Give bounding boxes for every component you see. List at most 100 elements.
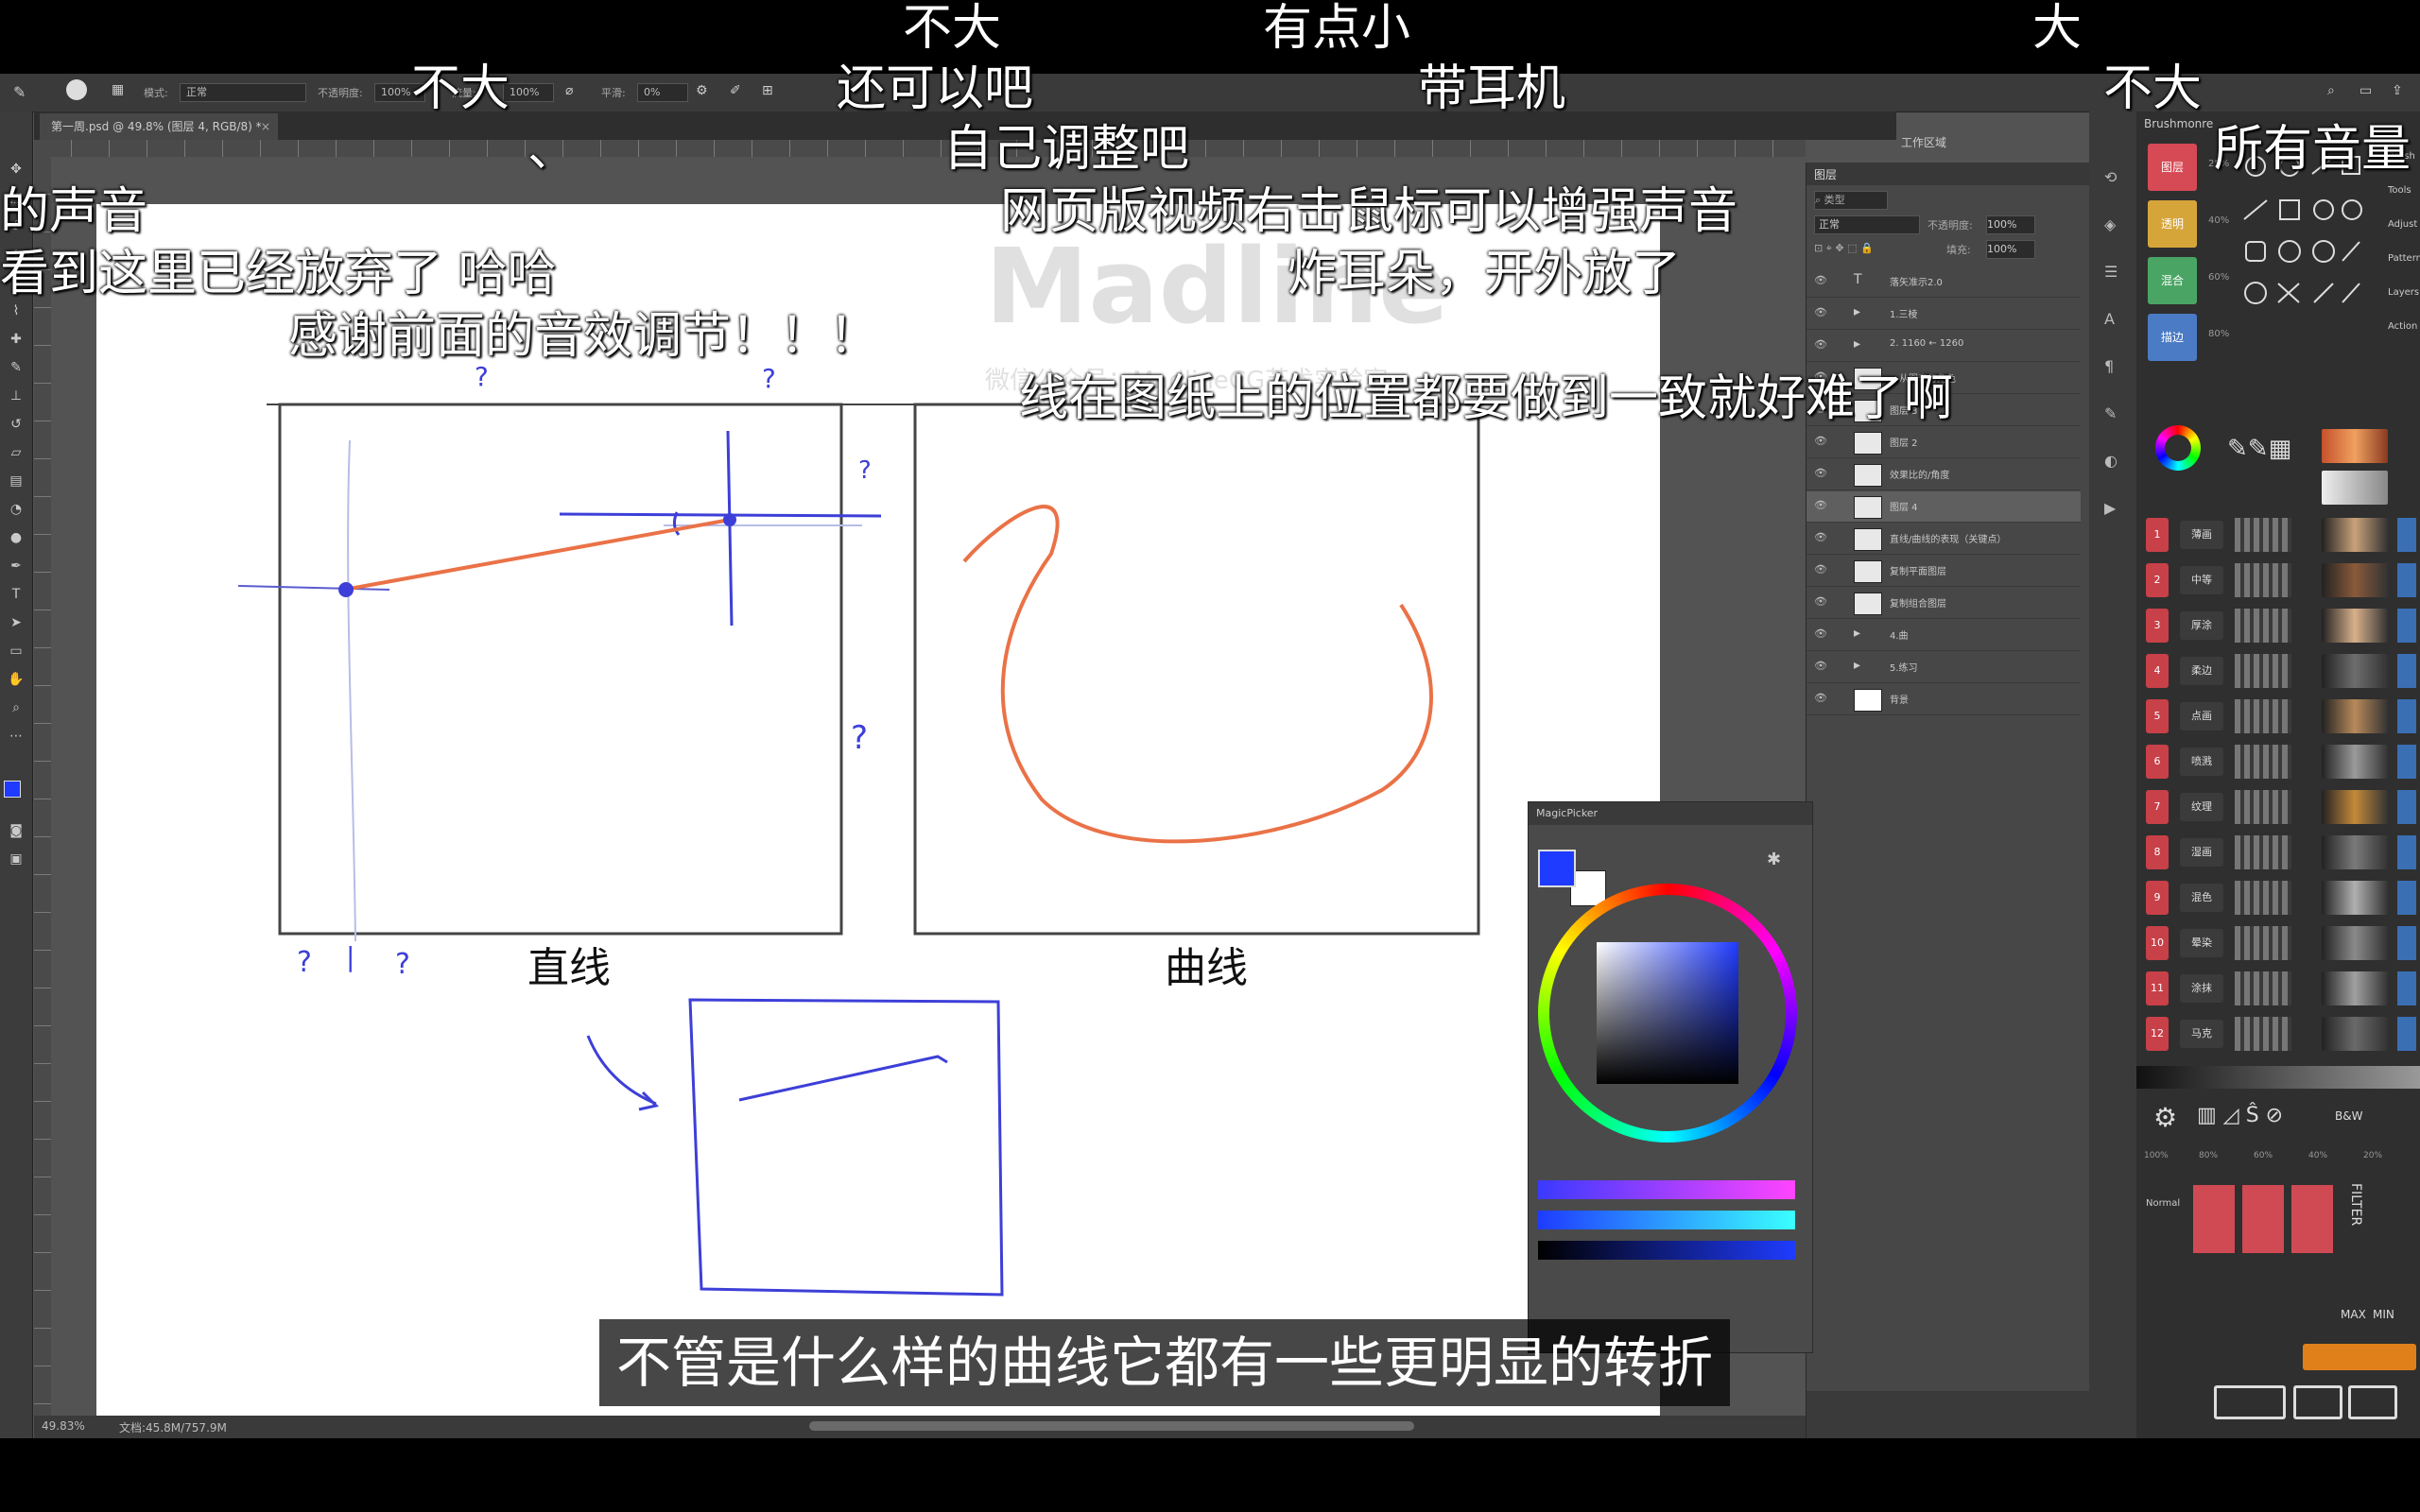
layer-row[interactable]: 👁 图层 4 bbox=[1806, 491, 2081, 523]
preset-number[interactable]: 5 bbox=[2146, 699, 2169, 733]
preset-side-tab[interactable] bbox=[2397, 563, 2416, 597]
visibility-eye-icon[interactable]: 👁 bbox=[1814, 338, 1827, 351]
preset-side-tab[interactable] bbox=[2397, 926, 2416, 960]
brush-texture-preview[interactable] bbox=[2322, 1017, 2388, 1051]
preset-name-button[interactable]: 纹理 bbox=[2180, 793, 2223, 821]
preset-name-button[interactable]: 马克 bbox=[2180, 1020, 2223, 1048]
search-icon[interactable]: ⌕ bbox=[2327, 83, 2335, 98]
saturation-slider[interactable] bbox=[1538, 1211, 1795, 1229]
eyedropper-tool-icon[interactable]: ⌇ bbox=[8, 302, 25, 319]
preset-number[interactable]: 12 bbox=[2146, 1017, 2169, 1051]
share-icon[interactable]: ⇪ bbox=[2392, 83, 2403, 98]
visibility-eye-icon[interactable]: 👁 bbox=[1814, 627, 1827, 640]
layers-tab[interactable]: 图层 bbox=[1814, 166, 1837, 182]
preset-number[interactable]: 4 bbox=[2146, 654, 2169, 688]
visibility-eye-icon[interactable]: 👁 bbox=[1814, 306, 1827, 318]
healing-tool-icon[interactable]: ✚ bbox=[8, 331, 25, 348]
smoothing-field[interactable]: 0% bbox=[637, 83, 688, 102]
layer-opacity-field[interactable]: 100% bbox=[1986, 215, 2035, 234]
paragraph-icon[interactable]: ¶ bbox=[2104, 357, 2114, 375]
zoom-tool-icon[interactable]: ⌕ bbox=[8, 699, 25, 716]
preset-name-button[interactable]: 喷溅 bbox=[2180, 747, 2223, 776]
visibility-eye-icon[interactable]: 👁 bbox=[1814, 467, 1827, 479]
brush-texture-preview[interactable] bbox=[2322, 654, 2388, 688]
history-brush-icon[interactable]: ↺ bbox=[8, 416, 25, 433]
frame-button-3[interactable] bbox=[2348, 1385, 2397, 1419]
eraser-tool-icon[interactable]: ▱ bbox=[8, 444, 25, 461]
document-canvas[interactable]: Madline 微信公众号：MadlineCG艺术实验室 ? ? ? ? ? | bbox=[96, 204, 1660, 1438]
type-tool-icon[interactable]: T bbox=[8, 586, 25, 603]
symmetry-icon[interactable]: ⊞ bbox=[762, 83, 773, 98]
preset-side-tab[interactable] bbox=[2397, 790, 2416, 824]
brush-tool-side-icon[interactable]: ✎ bbox=[8, 359, 25, 376]
max-button[interactable]: MAX bbox=[2341, 1308, 2366, 1321]
dodge-tool-icon[interactable]: ● bbox=[8, 529, 25, 546]
document-tab[interactable]: 第一周.psd @ 49.8% (图层 4, RGB/8) * × bbox=[40, 113, 278, 140]
magic-wand-tool-icon[interactable]: ✧ bbox=[8, 246, 25, 263]
brush-texture-preview[interactable] bbox=[2322, 745, 2388, 779]
doc-info[interactable]: 文档:45.8M/757.9M bbox=[119, 1419, 227, 1435]
value-gradient-strip[interactable] bbox=[2136, 1066, 2420, 1089]
layer-row[interactable]: 👁 ▸ 2. 1160 ← 1260 bbox=[1806, 331, 2081, 362]
magicpicker-header[interactable]: MagicPicker bbox=[1529, 802, 1812, 825]
visibility-eye-icon[interactable]: 👁 bbox=[1814, 692, 1827, 704]
visibility-eye-icon[interactable]: 👁 bbox=[1814, 403, 1827, 415]
side-tab-label[interactable]: Layers bbox=[2388, 287, 2419, 298]
preset-side-tab[interactable] bbox=[2397, 835, 2416, 869]
screen-mode-icon[interactable]: ▣ bbox=[8, 850, 25, 868]
blur-tool-icon[interactable]: ◔ bbox=[8, 501, 25, 518]
layer-filter-select[interactable]: ⌕ 类型 bbox=[1814, 191, 1888, 210]
blend-mode-buttons[interactable] bbox=[2193, 1185, 2335, 1253]
layer-row[interactable]: 👁 图层 3 bbox=[1806, 395, 2081, 426]
preset-side-tab[interactable] bbox=[2397, 1017, 2416, 1051]
brush-texture-preview[interactable] bbox=[2322, 518, 2388, 552]
percent-25[interactable]: 25% bbox=[2208, 159, 2229, 169]
percent-option[interactable]: 80% bbox=[2199, 1151, 2218, 1160]
bw-button[interactable]: B&W bbox=[2335, 1109, 2362, 1123]
lasso-tool-icon[interactable]: ℓ bbox=[8, 217, 25, 234]
gradient-tool-icon[interactable]: ▤ bbox=[8, 472, 25, 490]
preset-side-tab[interactable] bbox=[2397, 699, 2416, 733]
side-tab-label[interactable]: Adjust bbox=[2388, 219, 2417, 230]
layer-row[interactable]: 👁 复制组合图层 bbox=[1806, 588, 2081, 619]
brush-texture-preview[interactable] bbox=[2322, 881, 2388, 915]
blend-mode-select[interactable]: 正常 bbox=[1814, 215, 1920, 234]
preset-number[interactable]: 3 bbox=[2146, 609, 2169, 643]
percent-option[interactable]: 20% bbox=[2363, 1151, 2382, 1160]
texture-strip-2[interactable] bbox=[2322, 471, 2388, 505]
history-icon[interactable]: ⟲ bbox=[2104, 168, 2117, 186]
percent-40[interactable]: 40% bbox=[2208, 215, 2229, 226]
hand-tool-icon[interactable]: ✋ bbox=[8, 671, 25, 688]
saturation-value-square[interactable] bbox=[1597, 942, 1738, 1084]
swatch-layer[interactable]: 图层 bbox=[2148, 144, 2197, 191]
preset-name-button[interactable]: 湿画 bbox=[2180, 838, 2223, 867]
swatch-blend[interactable]: 混合 bbox=[2148, 257, 2197, 304]
preset-name-button[interactable]: 混色 bbox=[2180, 884, 2223, 912]
foreground-color-swatch[interactable] bbox=[4, 781, 21, 798]
side-tab-label[interactable]: Brush bbox=[2388, 151, 2415, 162]
preset-number[interactable]: 6 bbox=[2146, 745, 2169, 779]
move-tool-icon[interactable]: ✥ bbox=[8, 161, 25, 178]
preset-name-button[interactable]: 点画 bbox=[2180, 702, 2223, 730]
brush-texture-preview[interactable] bbox=[2322, 926, 2388, 960]
layer-row[interactable]: 👁 背景 bbox=[1806, 684, 2081, 715]
preset-side-tab[interactable] bbox=[2397, 654, 2416, 688]
side-tab-label[interactable]: Pattern bbox=[2388, 253, 2420, 264]
mode-select[interactable]: 正常 bbox=[180, 83, 306, 102]
orange-action-buttons[interactable] bbox=[2303, 1344, 2416, 1370]
texture-strip-1[interactable] bbox=[2322, 429, 2388, 463]
preset-name-button[interactable]: 薄画 bbox=[2180, 521, 2223, 549]
preset-number[interactable]: 8 bbox=[2146, 835, 2169, 869]
brush-preset-picker[interactable] bbox=[66, 79, 87, 100]
brush-texture-preview[interactable] bbox=[2322, 563, 2388, 597]
visibility-eye-icon[interactable]: 👁 bbox=[1814, 499, 1827, 511]
side-tab-label[interactable]: Action bbox=[2388, 321, 2417, 332]
preset-side-tab[interactable] bbox=[2397, 881, 2416, 915]
visibility-eye-icon[interactable]: 👁 bbox=[1814, 660, 1827, 672]
preset-name-button[interactable]: 晕染 bbox=[2180, 929, 2223, 957]
layer-row[interactable]: 👁 T 落矢准示2.0 bbox=[1806, 266, 2081, 298]
preset-side-tab[interactable] bbox=[2397, 745, 2416, 779]
pen-presets-icon[interactable]: ✎✎▦ bbox=[2227, 435, 2291, 463]
path-select-tool-icon[interactable]: ➤ bbox=[8, 614, 25, 631]
layer-row[interactable]: 👁 ▸ 4.曲 bbox=[1806, 620, 2081, 651]
